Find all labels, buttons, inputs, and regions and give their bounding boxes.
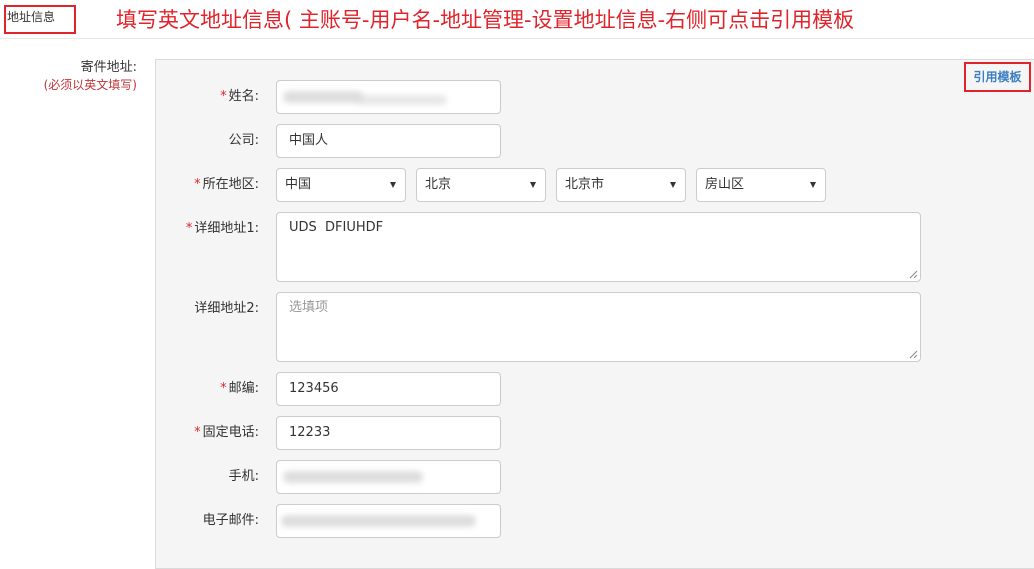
- instruction-title: 填写英文地址信息( 主账号-用户名-地址管理-设置地址信息-右侧可点击引用模板: [116, 8, 855, 32]
- email-input[interactable]: [276, 504, 501, 538]
- required-mark: *: [194, 425, 201, 440]
- mobile-label: 手机:: [228, 469, 259, 484]
- chevron-down-icon: [670, 182, 676, 188]
- redacted-blur: [283, 91, 363, 103]
- redacted-blur: [283, 471, 423, 483]
- required-mark: *: [194, 177, 201, 192]
- required-mark: *: [220, 89, 227, 104]
- required-mark: *: [220, 381, 227, 396]
- chevron-down-icon: [810, 182, 816, 188]
- postcode-label: * 邮编:: [220, 381, 259, 397]
- country-select[interactable]: 中国: [276, 168, 406, 202]
- province-select-value: 北京: [425, 177, 452, 192]
- region-label-text: 所在地区:: [202, 177, 259, 192]
- phone-input[interactable]: 12233: [276, 416, 501, 450]
- address1-textarea[interactable]: UDS DFIUHDF: [276, 212, 921, 282]
- mobile-input[interactable]: [276, 460, 501, 494]
- required-mark: *: [185, 221, 193, 236]
- name-input[interactable]: [276, 80, 501, 114]
- city-select-value: 北京市: [565, 177, 605, 192]
- postcode-label-text: 邮编:: [228, 381, 259, 396]
- address1-label: * 详细地址1:: [186, 221, 259, 237]
- email-label: 电子邮件:: [202, 513, 259, 528]
- name-label: * 姓名:: [220, 89, 259, 105]
- phone-label: * 固定电话:: [194, 425, 259, 441]
- country-select-value: 中国: [285, 177, 312, 192]
- province-select[interactable]: 北京: [416, 168, 546, 202]
- resize-grip-icon[interactable]: [909, 350, 918, 359]
- address2-label: 详细地址2:: [194, 301, 259, 316]
- use-template-link[interactable]: 引用模板: [964, 62, 1031, 92]
- district-select-value: 房山区: [705, 177, 745, 192]
- redacted-blur: [281, 515, 476, 527]
- chevron-down-icon: [530, 182, 536, 188]
- chevron-down-icon: [390, 182, 396, 188]
- phone-label-text: 固定电话:: [202, 425, 259, 440]
- address1-label-text: 详细地址1:: [194, 221, 259, 236]
- postcode-input[interactable]: 123456: [276, 372, 501, 406]
- company-input[interactable]: 中国人: [276, 124, 501, 158]
- company-label: 公司:: [228, 133, 259, 148]
- header-divider: [0, 38, 1034, 39]
- redacted-blur: [357, 95, 447, 105]
- sender-address-label: 寄件地址:: [80, 60, 137, 75]
- sender-address-note: (必须以英文填写): [43, 78, 137, 92]
- district-select[interactable]: 房山区: [696, 168, 826, 202]
- address2-textarea[interactable]: 选填项: [276, 292, 921, 362]
- address1-value: UDS DFIUHDF: [289, 220, 384, 235]
- name-label-text: 姓名:: [228, 89, 259, 104]
- city-select[interactable]: 北京市: [556, 168, 686, 202]
- region-label: * 所在地区:: [194, 177, 259, 193]
- section-label-address-info: 地址信息: [4, 5, 76, 34]
- resize-grip-icon[interactable]: [909, 270, 918, 279]
- address2-placeholder: 选填项: [289, 300, 329, 315]
